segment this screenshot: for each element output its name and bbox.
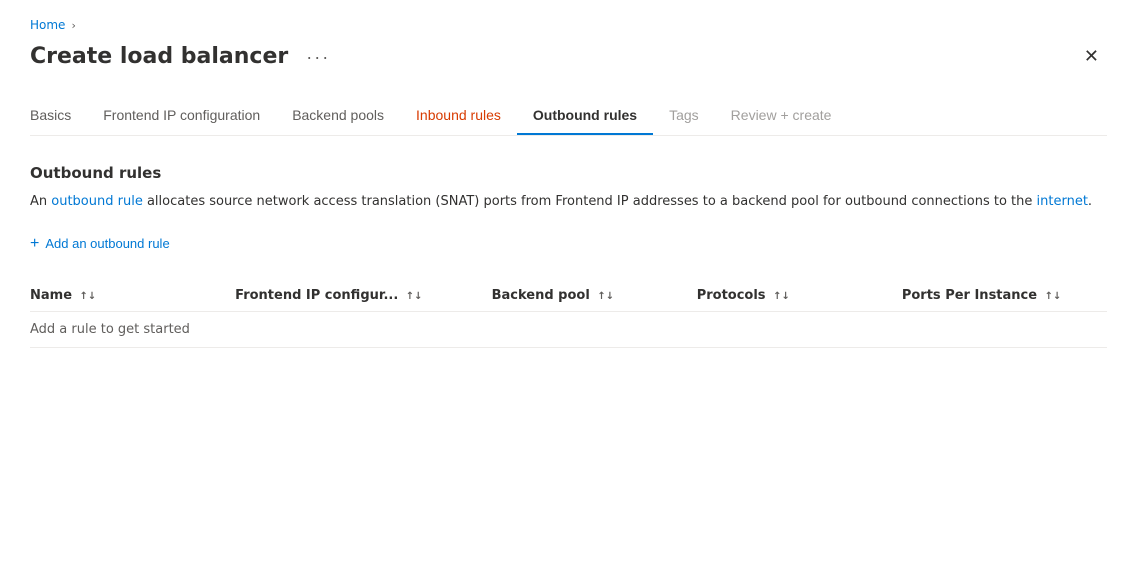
tab-frontend-ip[interactable]: Frontend IP configuration <box>87 99 276 135</box>
tab-tags[interactable]: Tags <box>653 99 715 135</box>
add-outbound-rule-button[interactable]: + Add an outbound rule <box>30 232 170 256</box>
col-header-backend: Backend pool ↑↓ <box>492 280 697 312</box>
tab-backend-pools[interactable]: Backend pools <box>276 99 400 135</box>
sort-icon-protocols[interactable]: ↑↓ <box>773 291 790 302</box>
breadcrumb-chevron: › <box>71 19 75 32</box>
breadcrumb-home-link[interactable]: Home <box>30 18 65 32</box>
outbound-rules-section: Outbound rules An outbound rule allocate… <box>30 164 1107 348</box>
close-button[interactable]: ✕ <box>1076 42 1107 71</box>
add-rule-label: Add an outbound rule <box>45 236 169 251</box>
page-header: Create load balancer ··· ✕ <box>30 42 1107 71</box>
tabs-nav: Basics Frontend IP configuration Backend… <box>30 99 1107 136</box>
col-header-ports: Ports Per Instance ↑↓ <box>902 280 1107 312</box>
internet-link[interactable]: internet <box>1037 194 1088 209</box>
section-title: Outbound rules <box>30 164 1107 182</box>
col-header-frontend: Frontend IP configur... ↑↓ <box>235 280 491 312</box>
col-header-protocols: Protocols ↑↓ <box>697 280 902 312</box>
tab-review-create[interactable]: Review + create <box>715 99 848 135</box>
tab-inbound-rules[interactable]: Inbound rules <box>400 99 517 135</box>
more-options-button[interactable]: ··· <box>300 44 336 70</box>
outbound-rule-link[interactable]: outbound rule <box>51 194 143 209</box>
page-container: Home › Create load balancer ··· ✕ Basics… <box>0 0 1137 368</box>
sort-icon-backend[interactable]: ↑↓ <box>597 291 614 302</box>
desc-part1: An <box>30 194 51 209</box>
table-header-row: Name ↑↓ Frontend IP configur... ↑↓ Backe… <box>30 280 1107 312</box>
desc-part2: allocates source network access translat… <box>143 194 1037 209</box>
sort-icon-frontend[interactable]: ↑↓ <box>406 291 423 302</box>
breadcrumb: Home › <box>30 18 1107 32</box>
tab-outbound-rules[interactable]: Outbound rules <box>517 99 653 135</box>
section-description: An outbound rule allocates source networ… <box>30 192 1107 212</box>
sort-icon-name[interactable]: ↑↓ <box>80 291 97 302</box>
empty-state-row: Add a rule to get started <box>30 311 1107 347</box>
desc-end: . <box>1088 194 1092 209</box>
outbound-rules-table: Name ↑↓ Frontend IP configur... ↑↓ Backe… <box>30 280 1107 348</box>
sort-icon-ports[interactable]: ↑↓ <box>1045 291 1062 302</box>
page-title-row: Create load balancer ··· <box>30 44 336 70</box>
page-title: Create load balancer <box>30 44 288 69</box>
empty-state-message: Add a rule to get started <box>30 311 1107 347</box>
col-header-name: Name ↑↓ <box>30 280 235 312</box>
tab-basics[interactable]: Basics <box>30 99 87 135</box>
plus-icon: + <box>30 236 39 252</box>
